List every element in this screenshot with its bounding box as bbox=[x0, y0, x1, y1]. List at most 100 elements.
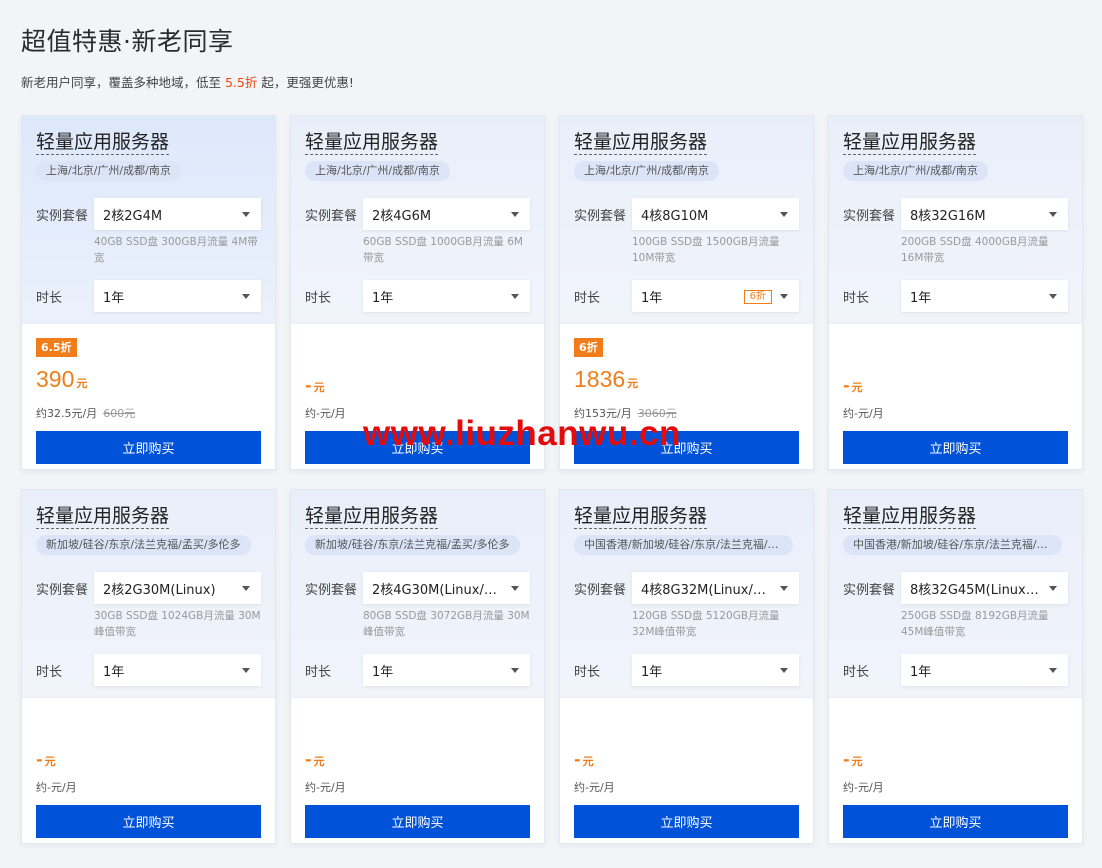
card-config: 轻量应用服务器 上海/北京/广州/成都/南京 实例套餐 4核8G10M 100G… bbox=[560, 116, 813, 324]
duration-select[interactable]: 1年 6折 bbox=[632, 280, 799, 312]
product-card: 轻量应用服务器 上海/北京/广州/成都/南京 实例套餐 8核32G16M 200… bbox=[828, 115, 1083, 470]
duration-row: 时长 1年 6折 bbox=[574, 280, 799, 312]
buy-now-button[interactable]: 立即购买 bbox=[574, 431, 799, 464]
spec-value: 2核2G4M bbox=[103, 208, 163, 224]
card-config: 轻量应用服务器 新加坡/硅谷/东京/法兰克福/孟买/多伦多 实例套餐 2核2G3… bbox=[22, 490, 275, 698]
card-title[interactable]: 轻量应用服务器 bbox=[574, 504, 708, 529]
spec-value: 8核32G45M(Linux/Windows) bbox=[910, 582, 1041, 598]
caret-down-icon bbox=[1049, 668, 1057, 673]
card-config: 轻量应用服务器 中国香港/新加坡/硅谷/东京/法兰克福/孟买/多伦多 实例套餐 … bbox=[829, 490, 1082, 698]
card-price-area: -元 约-元/月 立即购买 bbox=[291, 698, 544, 843]
spec-label: 实例套餐 bbox=[36, 582, 89, 598]
caret-down-icon bbox=[1049, 294, 1057, 299]
product-card: 轻量应用服务器 中国香港/新加坡/硅谷/东京/法兰克福/孟买/多伦多 实例套餐 … bbox=[559, 489, 814, 844]
monthly-price-text: 约-元/月 bbox=[305, 781, 346, 794]
spec-select[interactable]: 2核4G6M bbox=[363, 198, 530, 230]
monthly-price: 约153元/月 3060元 bbox=[574, 405, 677, 421]
card-title[interactable]: 轻量应用服务器 bbox=[305, 504, 439, 529]
buy-now-button[interactable]: 立即购买 bbox=[36, 431, 261, 464]
subtitle-discount: 5.5折 bbox=[224, 75, 258, 90]
buy-now-button[interactable]: 立即购买 bbox=[574, 805, 799, 838]
card-config: 轻量应用服务器 上海/北京/广州/成都/南京 实例套餐 2核2G4M 40GB … bbox=[22, 116, 275, 324]
price-line: -元 bbox=[843, 376, 863, 395]
spec-row: 实例套餐 2核4G6M bbox=[305, 198, 530, 230]
buy-now-button[interactable]: 立即购买 bbox=[305, 805, 530, 838]
spec-row: 实例套餐 8核32G16M bbox=[843, 198, 1068, 230]
price-value: - bbox=[843, 750, 850, 769]
monthly-price: 约-元/月 bbox=[305, 405, 346, 421]
product-card: 轻量应用服务器 中国香港/新加坡/硅谷/东京/法兰克福/孟买/多伦多 实例套餐 … bbox=[828, 489, 1083, 844]
duration-label: 时长 bbox=[574, 664, 601, 680]
spec-label: 实例套餐 bbox=[843, 582, 896, 598]
page-header: 超值特惠·新老同享 新老用户同享，覆盖多种地域，低至 5.5折 起，更强更优惠! bbox=[21, 22, 354, 91]
spec-select[interactable]: 8核32G45M(Linux/Windows) bbox=[901, 572, 1068, 604]
monthly-price-text: 约-元/月 bbox=[843, 781, 884, 794]
card-title[interactable]: 轻量应用服务器 bbox=[36, 130, 170, 155]
original-price: 3060元 bbox=[637, 407, 677, 420]
buy-now-button[interactable]: 立即购买 bbox=[305, 431, 530, 464]
card-title[interactable]: 轻量应用服务器 bbox=[305, 130, 439, 155]
spec-description: 200GB SSD盘 4000GB月流量 16M带宽 bbox=[901, 236, 1049, 264]
spec-value: 2核4G30M(Linux/Windows) bbox=[372, 582, 503, 598]
subtitle-text: 新老用户同享，覆盖多种地域，低至 bbox=[21, 75, 225, 90]
spec-select[interactable]: 4核8G32M(Linux/Windows) bbox=[632, 572, 799, 604]
spec-row: 实例套餐 2核2G4M bbox=[36, 198, 261, 230]
duration-value: 1年 bbox=[910, 290, 932, 306]
card-title[interactable]: 轻量应用服务器 bbox=[36, 504, 170, 529]
duration-value: 1年 bbox=[910, 664, 932, 680]
card-price-area: -元 约-元/月 立即购买 bbox=[829, 324, 1082, 469]
duration-value: 1年 bbox=[372, 290, 394, 306]
buy-now-button[interactable]: 立即购买 bbox=[843, 805, 1068, 838]
duration-select[interactable]: 1年 bbox=[363, 654, 530, 686]
duration-select[interactable]: 1年 bbox=[901, 654, 1068, 686]
spec-select[interactable]: 2核2G4M bbox=[94, 198, 261, 230]
region-tag: 新加坡/硅谷/东京/法兰克福/孟买/多伦多 bbox=[305, 535, 520, 555]
price-value: 390 bbox=[36, 366, 75, 392]
caret-down-icon bbox=[780, 294, 788, 299]
spec-row: 实例套餐 4核8G32M(Linux/Windows) bbox=[574, 572, 799, 604]
spec-row: 实例套餐 2核4G30M(Linux/Windows) bbox=[305, 572, 530, 604]
spec-select[interactable]: 2核4G30M(Linux/Windows) bbox=[363, 572, 530, 604]
duration-select[interactable]: 1年 bbox=[632, 654, 799, 686]
spec-description: 80GB SSD盘 3072GB月流量 30M峰值带宽 bbox=[363, 610, 530, 638]
card-config: 轻量应用服务器 新加坡/硅谷/东京/法兰克福/孟买/多伦多 实例套餐 2核4G3… bbox=[291, 490, 544, 698]
duration-select[interactable]: 1年 bbox=[94, 280, 261, 312]
card-title[interactable]: 轻量应用服务器 bbox=[843, 504, 977, 529]
product-card: 轻量应用服务器 上海/北京/广州/成都/南京 实例套餐 4核8G10M 100G… bbox=[559, 115, 814, 470]
spec-description: 100GB SSD盘 1500GB月流量 10M带宽 bbox=[632, 236, 780, 264]
duration-select[interactable]: 1年 bbox=[901, 280, 1068, 312]
spec-select[interactable]: 4核8G10M bbox=[632, 198, 799, 230]
card-title[interactable]: 轻量应用服务器 bbox=[843, 130, 977, 155]
caret-down-icon bbox=[511, 586, 519, 591]
spec-select[interactable]: 8核32G16M bbox=[901, 198, 1068, 230]
price-unit: 元 bbox=[313, 381, 325, 394]
price-unit: 元 bbox=[313, 755, 325, 768]
spec-description: 30GB SSD盘 1024GB月流量 30M峰值带宽 bbox=[94, 610, 261, 638]
price-line: -元 bbox=[843, 750, 863, 769]
buy-now-button[interactable]: 立即购买 bbox=[843, 431, 1068, 464]
price-line: -元 bbox=[305, 750, 325, 769]
duration-value: 1年 bbox=[372, 664, 394, 680]
caret-down-icon bbox=[1049, 586, 1057, 591]
card-title[interactable]: 轻量应用服务器 bbox=[574, 130, 708, 155]
caret-down-icon bbox=[242, 586, 250, 591]
card-price-area: -元 约-元/月 立即购买 bbox=[291, 324, 544, 469]
monthly-price-text: 约32.5元/月 bbox=[36, 407, 98, 420]
caret-down-icon bbox=[242, 212, 250, 217]
caret-down-icon bbox=[242, 294, 250, 299]
duration-select[interactable]: 1年 bbox=[94, 654, 261, 686]
spec-select[interactable]: 2核2G30M(Linux) bbox=[94, 572, 261, 604]
caret-down-icon bbox=[511, 212, 519, 217]
monthly-price-text: 约-元/月 bbox=[305, 407, 346, 420]
monthly-price-text: 约-元/月 bbox=[843, 407, 884, 420]
monthly-price: 约-元/月 bbox=[36, 779, 77, 795]
monthly-price: 约-元/月 bbox=[843, 405, 884, 421]
buy-now-button[interactable]: 立即购买 bbox=[36, 805, 261, 838]
spec-value: 2核2G30M(Linux) bbox=[103, 582, 216, 598]
product-grid: 轻量应用服务器 上海/北京/广州/成都/南京 实例套餐 2核2G4M 40GB … bbox=[21, 115, 1083, 844]
duration-label: 时长 bbox=[36, 290, 63, 306]
price-value: - bbox=[36, 750, 43, 769]
caret-down-icon bbox=[511, 294, 519, 299]
duration-select[interactable]: 1年 bbox=[363, 280, 530, 312]
caret-down-icon bbox=[780, 668, 788, 673]
